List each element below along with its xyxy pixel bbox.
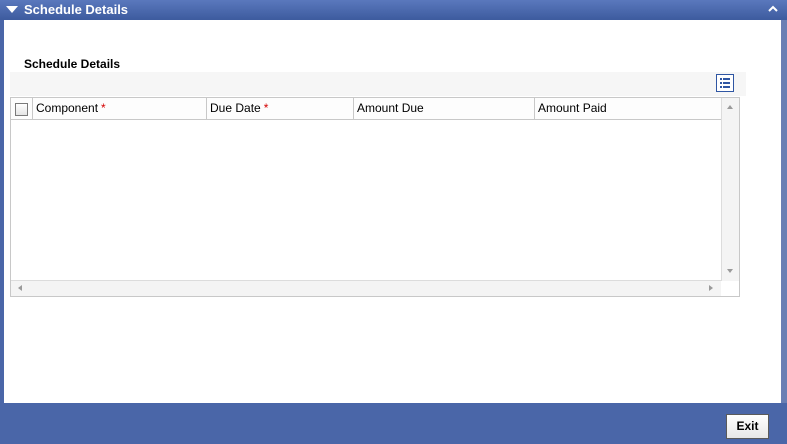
grid-header: Component * Due Date * Amount Due Amount P… — [11, 98, 721, 120]
scroll-left-arrow-icon[interactable] — [16, 284, 24, 292]
select-all-checkbox[interactable] — [15, 103, 28, 116]
content-panel: Schedule Details Component* Due Date* — [4, 20, 781, 403]
right-frame-edge — [781, 20, 787, 403]
window-header: Schedule Details — [0, 0, 787, 20]
scroll-up-arrow-icon[interactable] — [726, 103, 734, 111]
column-label: Amount Due — [357, 101, 424, 115]
exit-button[interactable]: Exit — [726, 414, 769, 439]
vertical-scrollbar[interactable] — [721, 98, 739, 281]
scroll-right-arrow-icon[interactable] — [707, 284, 715, 292]
chevron-down-icon[interactable] — [5, 3, 19, 17]
horizontal-scrollbar[interactable] — [11, 280, 721, 296]
grid-toolbar — [10, 72, 746, 96]
scroll-down-arrow-icon[interactable] — [726, 267, 734, 275]
column-header-component[interactable]: Component * — [33, 98, 207, 119]
column-label: Due Date — [210, 101, 261, 115]
column-label: Component — [36, 101, 99, 115]
required-marker: * — [101, 101, 106, 115]
select-all-cell — [11, 98, 33, 119]
column-header-due-date[interactable]: Due Date * — [207, 98, 354, 119]
schedule-grid: Component * Due Date * Amount Due Amount P… — [10, 97, 740, 297]
column-header-amount-paid[interactable]: Amount Paid — [535, 98, 721, 119]
chevron-up-icon[interactable] — [767, 3, 779, 15]
column-header-amount-due[interactable]: Amount Due — [354, 98, 535, 119]
window-title: Schedule Details — [24, 2, 129, 17]
column-label: Amount Paid — [538, 101, 607, 115]
list-view-icon[interactable] — [716, 74, 734, 92]
required-marker: * — [263, 101, 269, 115]
footer-bar: Exit — [0, 403, 787, 444]
section-title: Schedule Details — [24, 57, 121, 71]
